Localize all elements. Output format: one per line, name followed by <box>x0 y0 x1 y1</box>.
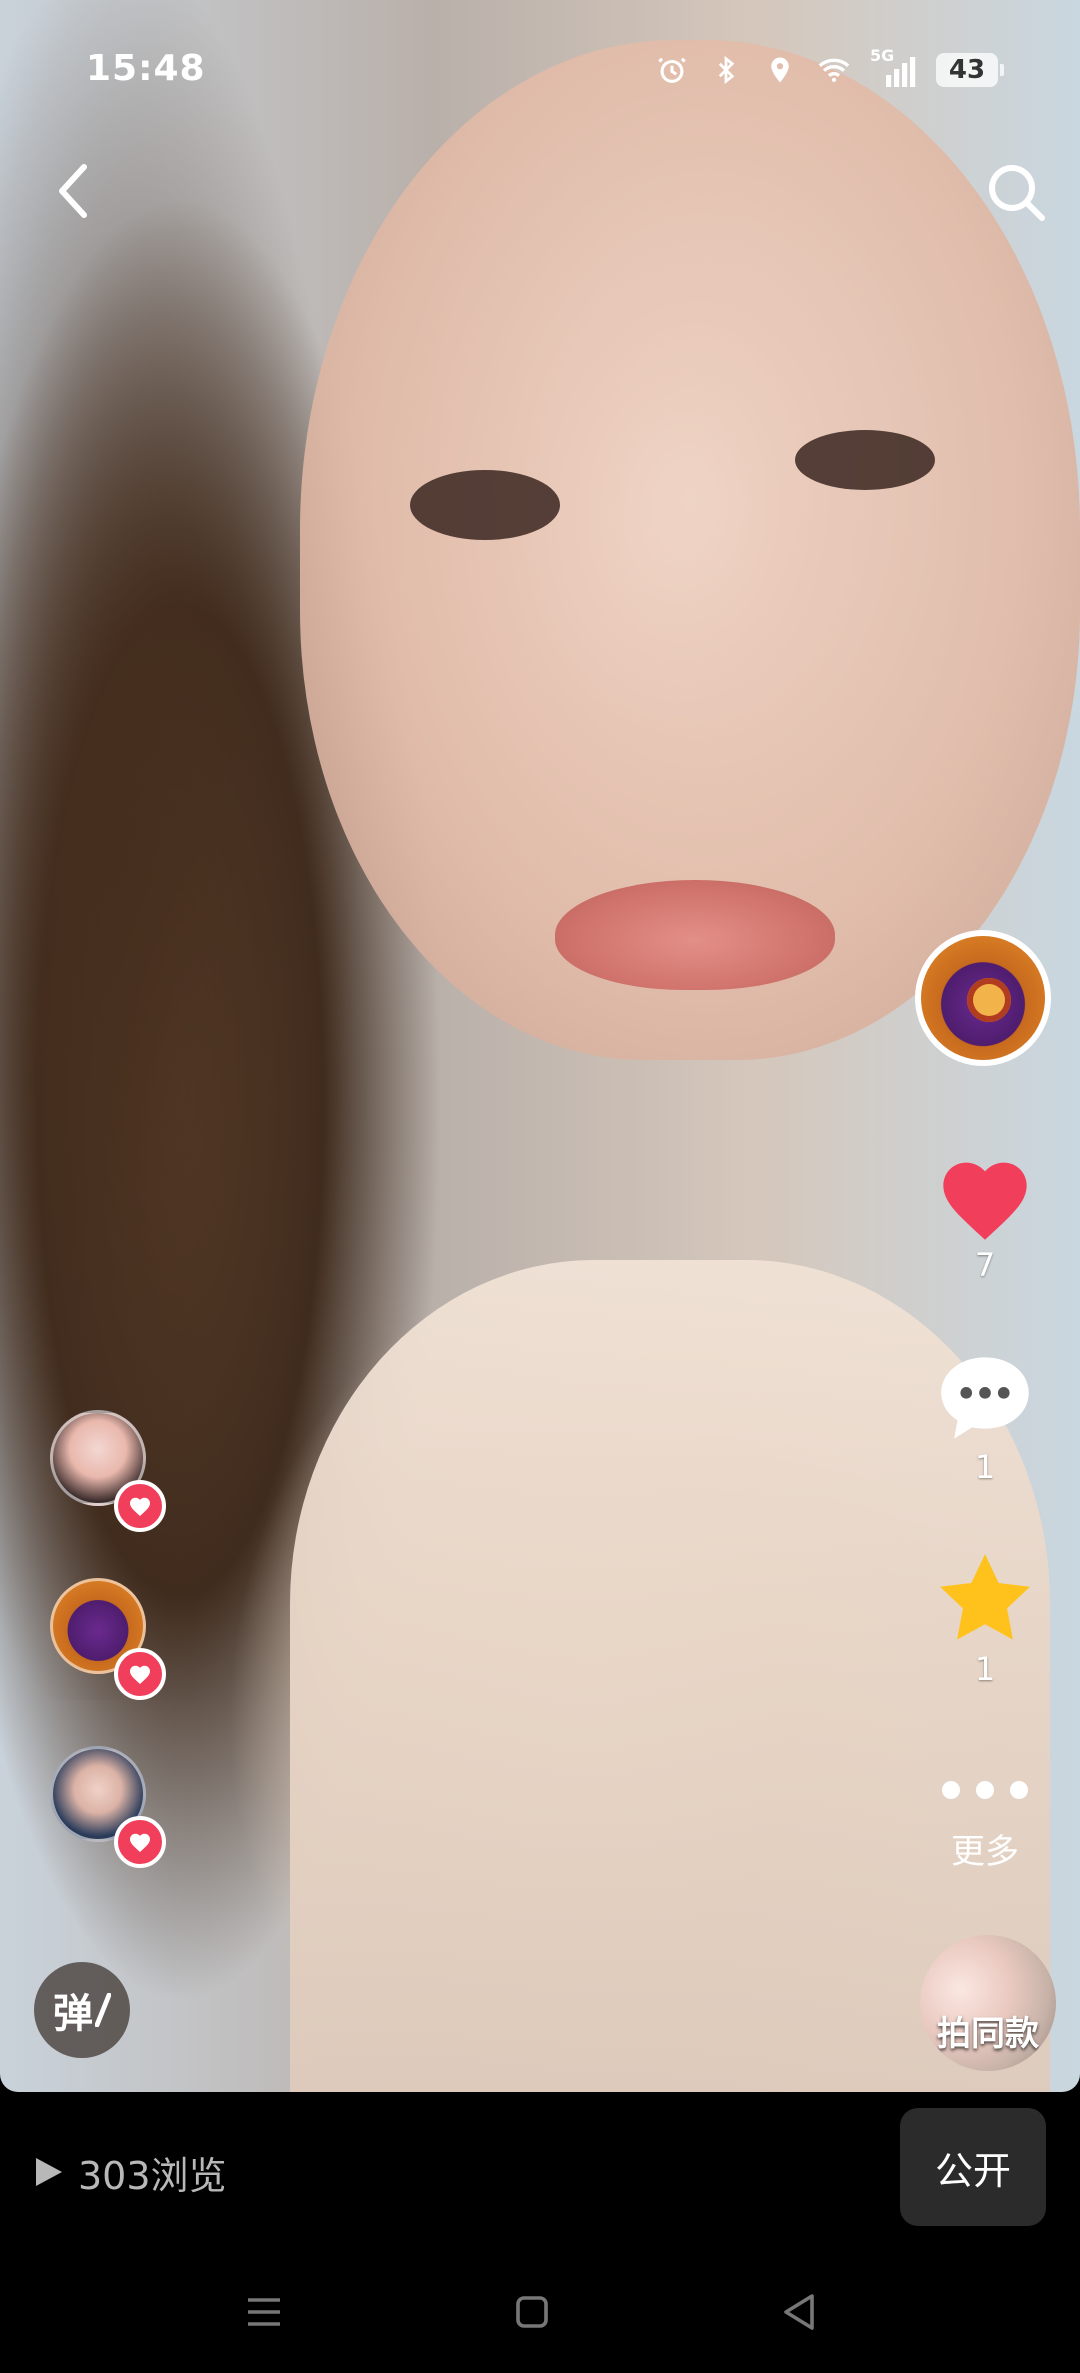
home-square-icon <box>516 2296 548 2328</box>
network-type: 5G <box>870 46 895 65</box>
liker-avatar[interactable] <box>50 1578 166 1700</box>
search-icon <box>989 165 1045 221</box>
like-button[interactable]: 7 <box>930 1150 1040 1284</box>
liker-avatar[interactable] <box>50 1410 166 1532</box>
status-time: 15:48 <box>86 48 206 89</box>
search-button[interactable] <box>980 156 1052 228</box>
view-count-text: 303浏览 <box>78 2153 227 2198</box>
favorite-count: 1 <box>974 1650 996 1688</box>
status-bar: 15:48 5G 43 <box>0 0 1080 140</box>
back-triangle-icon <box>784 2294 814 2330</box>
menu-icon <box>248 2298 280 2326</box>
like-count: 7 <box>974 1246 996 1284</box>
location-icon <box>762 52 798 88</box>
shoot-same-label: 拍同款 <box>937 2014 1039 2054</box>
heart-badge-icon <box>114 1480 166 1532</box>
nav-back-button[interactable] <box>768 2282 828 2342</box>
signal-icon: 5G <box>870 46 918 88</box>
nav-menu-button[interactable] <box>234 2282 294 2342</box>
wifi-icon <box>816 52 852 88</box>
video-player[interactable] <box>0 0 1080 2092</box>
comment-count: 1 <box>974 1448 996 1486</box>
back-button[interactable] <box>44 156 104 226</box>
video-frame-lips <box>555 880 835 990</box>
liker-avatar[interactable] <box>50 1746 166 1868</box>
avatar-badge <box>967 978 1011 1022</box>
shoot-same-button[interactable]: 拍同款 <box>920 1935 1056 2071</box>
more-button[interactable]: 更多 <box>930 1770 1040 1873</box>
heart-icon <box>943 1162 1027 1240</box>
alarm-icon <box>654 52 690 88</box>
more-dots-icon <box>930 1770 1040 1810</box>
status-icons: 5G 43 <box>654 46 1004 92</box>
play-icon <box>36 2158 62 2186</box>
back-icon <box>59 164 87 218</box>
view-count: 303浏览 <box>34 2142 227 2202</box>
comment-icon <box>941 1357 1029 1439</box>
star-icon <box>940 1554 1030 1640</box>
more-label: 更多 <box>951 1832 1019 1872</box>
danmu-slash-icon <box>95 1993 111 2027</box>
heart-badge-icon <box>114 1816 166 1868</box>
danmu-toggle-button[interactable]: 弹 <box>34 1962 130 2058</box>
author-avatar[interactable] <box>915 930 1051 1066</box>
visibility-public-button[interactable]: 公开 <box>900 2108 1046 2226</box>
comment-button[interactable]: 1 <box>930 1350 1040 1486</box>
video-frame-eye-right <box>795 430 935 490</box>
bluetooth-icon <box>708 52 744 88</box>
battery-indicator: 43 <box>936 53 1004 87</box>
favorite-button[interactable]: 1 <box>930 1550 1040 1688</box>
video-frame-eye-left <box>410 470 560 540</box>
nav-home-button[interactable] <box>502 2282 562 2342</box>
heart-badge-icon <box>114 1648 166 1700</box>
danmu-label: 弹 <box>53 1991 93 2037</box>
